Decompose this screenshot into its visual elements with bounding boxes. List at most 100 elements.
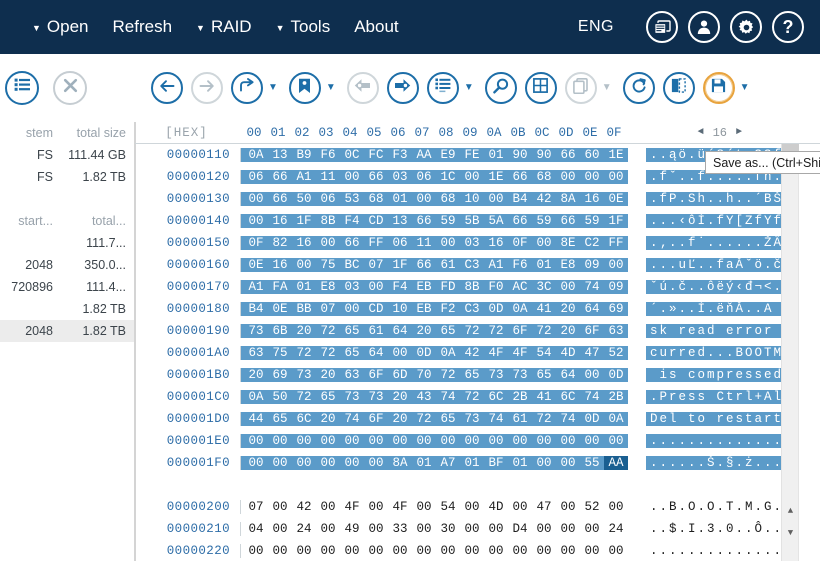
ascii-char-cell[interactable]: m	[706, 368, 716, 382]
hex-byte-cell[interactable]: 20	[556, 302, 580, 316]
ascii-char-cell[interactable]: Ľ	[687, 258, 697, 272]
copy-button[interactable]	[564, 72, 597, 104]
hex-row-bytes[interactable]: 0A 13 B9 F6 0C FC F3 AA E9 FE 01 90 90 66 60 1E	[240, 148, 628, 162]
ascii-char-cell[interactable]: č	[678, 280, 688, 294]
ascii-char-cell[interactable]: ˇ	[668, 170, 678, 184]
hex-byte-cell[interactable]: AA	[604, 456, 628, 470]
ascii-char-cell[interactable]: .	[697, 280, 707, 294]
hex-byte-cell[interactable]: 00	[532, 456, 556, 470]
hex-byte-cell[interactable]: 00	[292, 434, 316, 448]
ascii-char-cell[interactable]: ą	[668, 148, 678, 162]
hex-byte-cell[interactable]: 00	[412, 434, 436, 448]
ascii-char-cell[interactable]: h	[697, 192, 707, 206]
ascii-char-cell[interactable]: P	[668, 192, 678, 206]
hex-byte-cell[interactable]: 00	[556, 544, 580, 558]
ascii-char-cell[interactable]: s	[735, 412, 745, 426]
hex-byte-cell[interactable]: 00	[268, 434, 292, 448]
ascii-char-cell[interactable]: t	[744, 412, 754, 426]
hex-row[interactable]: 000001D0 44 65 6C 20 74 6F 20 72 65 73 74 61 72 74 0D 0A…	[135, 408, 801, 430]
hex-byte-cell[interactable]: 1F	[292, 214, 316, 228]
hex-byte-cell[interactable]: 72	[484, 324, 508, 338]
ascii-char-cell[interactable]: .	[744, 522, 754, 536]
hex-row-ascii[interactable]: ˇú.č..ôëý‹đ¬<.t.	[646, 280, 801, 294]
ascii-char-cell[interactable]: ˇ	[744, 258, 754, 272]
ascii-char-cell[interactable]: ¬	[754, 280, 764, 294]
hex-byte-cell[interactable]: 06	[388, 236, 412, 250]
hex-byte-cell[interactable]: E8	[316, 280, 340, 294]
ascii-char-cell[interactable]: .	[687, 544, 697, 558]
hex-byte-cell[interactable]: EB	[412, 280, 436, 294]
hex-byte-cell[interactable]: 0D	[484, 302, 508, 316]
hex-byte-cell[interactable]: 72	[460, 390, 484, 404]
ascii-char-cell[interactable]: a	[697, 324, 707, 338]
hex-byte-cell[interactable]: 00	[580, 522, 604, 536]
hex-byte-cell[interactable]: 00	[268, 544, 292, 558]
hex-dump-body[interactable]: 00000110 0A 13 B9 F6 0C FC F3 AA E9 FE 01 90 90 66 60 1E…	[135, 144, 820, 561]
hex-byte-cell[interactable]: 42	[460, 346, 484, 360]
hex-byte-cell[interactable]: 00	[412, 544, 436, 558]
hex-byte-cell[interactable]: 00	[580, 368, 604, 382]
hex-byte-cell[interactable]: 00	[340, 544, 364, 558]
hex-row-bytes[interactable]: 00 00 00 00 00 00 8A 01 A7 01 BF 01 00 00 55 AA	[240, 456, 628, 470]
ascii-char-cell[interactable]: .	[706, 544, 716, 558]
hex-byte-cell[interactable]: 03	[388, 170, 412, 184]
ascii-char-cell[interactable]: .	[716, 544, 726, 558]
hex-byte-cell[interactable]: 01	[508, 456, 532, 470]
scroll-down-button[interactable]: ▼	[782, 524, 799, 541]
hex-row-bytes[interactable]: 20 69 73 20 63 6F 6D 70 72 65 73 73 65 64 00 0D	[240, 368, 628, 382]
hex-byte-cell[interactable]: 00	[604, 258, 628, 272]
hex-byte-cell[interactable]: A1	[244, 280, 268, 294]
hex-byte-cell[interactable]: 00	[268, 522, 292, 536]
hex-byte-cell[interactable]: 43	[412, 390, 436, 404]
hex-row-bytes[interactable]: A1 FA 01 E8 03 00 F4 EB FD 8B F0 AC 3C 00 74 09	[240, 280, 628, 294]
hex-byte-cell[interactable]: 00	[460, 434, 484, 448]
ascii-char-cell[interactable]: s	[744, 368, 754, 382]
hex-byte-cell[interactable]: 00	[556, 170, 580, 184]
ascii-char-cell[interactable]: .	[678, 456, 688, 470]
hex-byte-cell[interactable]: 00	[556, 500, 580, 514]
ascii-char-cell[interactable]: r	[678, 324, 688, 338]
hex-row-ascii[interactable]: ................	[646, 434, 801, 448]
ascii-char-cell[interactable]: u	[659, 346, 669, 360]
hex-byte-cell[interactable]: 00	[532, 236, 556, 250]
hex-byte-cell[interactable]: 60	[580, 148, 604, 162]
hex-row-bytes[interactable]: 00 00 00 00 00 00 00 00 00 00 00 00 00 00 00 00	[240, 434, 628, 448]
scroll-up-button[interactable]: ▲	[782, 502, 799, 519]
ascii-char-cell[interactable]: .	[649, 390, 659, 404]
ascii-char-cell[interactable]: .	[649, 258, 659, 272]
ascii-char-cell[interactable]: .	[668, 456, 678, 470]
ascii-char-cell[interactable]: Ă	[735, 258, 745, 272]
hex-row-bytes[interactable]: 73 6B 20 72 65 61 64 20 65 72 72 6F 72 20 6F 63	[240, 324, 628, 338]
ascii-char-cell[interactable]: O	[706, 500, 716, 514]
hex-byte-cell[interactable]: 16	[268, 214, 292, 228]
hex-byte-cell[interactable]: 00	[412, 192, 436, 206]
ascii-char-cell[interactable]: .	[735, 236, 745, 250]
ascii-char-cell[interactable]: .	[649, 236, 659, 250]
ascii-char-cell[interactable]: .	[716, 456, 726, 470]
hex-byte-cell[interactable]: 01	[412, 456, 436, 470]
forward-button[interactable]	[191, 72, 223, 104]
hex-byte-cell[interactable]: 47	[532, 500, 556, 514]
hex-byte-cell[interactable]: 65	[340, 346, 364, 360]
ascii-char-cell[interactable]: T	[725, 500, 735, 514]
hex-byte-cell[interactable]: 63	[604, 324, 628, 338]
hex-row[interactable]: 000001A0 63 75 72 72 65 64 00 0D 0A 42 4F 4F 54 4D 47 52…	[135, 342, 801, 364]
hex-byte-cell[interactable]: 4D	[484, 500, 508, 514]
hex-row-ascii[interactable]: ...‹ôÍ.fY[ZfYfY.	[646, 214, 801, 228]
ascii-char-cell[interactable]: ë	[716, 302, 726, 316]
ascii-char-cell[interactable]: .	[763, 456, 773, 470]
hex-row[interactable]: 00000220 00 00 00 00 00 00 00 00 00 00 00 00 00 00 00 00…	[135, 540, 801, 561]
table-row[interactable]: FS 111.44 GB	[0, 144, 134, 166]
ascii-char-cell[interactable]: <	[763, 280, 773, 294]
ascii-char-cell[interactable]: .	[659, 434, 669, 448]
hex-byte-cell[interactable]: 66	[508, 214, 532, 228]
ascii-char-cell[interactable]: r	[678, 346, 688, 360]
ascii-char-cell[interactable]: r	[668, 346, 678, 360]
hex-byte-cell[interactable]: 5B	[460, 214, 484, 228]
hex-byte-cell[interactable]: 00	[580, 170, 604, 184]
ascii-char-cell[interactable]: s	[754, 368, 764, 382]
hex-byte-cell[interactable]: 72	[460, 324, 484, 338]
hex-row-bytes[interactable]: 07 00 42 00 4F 00 4F 00 54 00 4D 00 47 00 52 00	[240, 500, 628, 514]
hex-byte-cell[interactable]: 2B	[604, 390, 628, 404]
ascii-char-cell[interactable]: .	[716, 522, 726, 536]
